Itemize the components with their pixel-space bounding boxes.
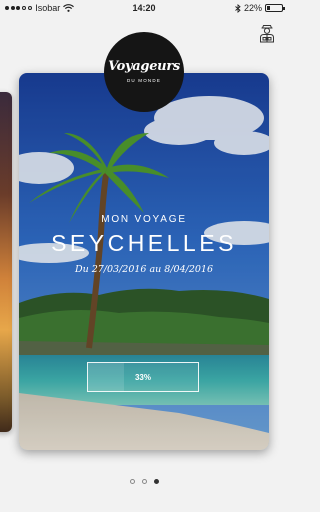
page-dot[interactable] bbox=[141, 479, 147, 484]
battery-icon bbox=[265, 4, 285, 12]
trip-destination: SEYCHELLES bbox=[51, 230, 237, 256]
page-dot[interactable] bbox=[153, 479, 159, 484]
trip-cover-image bbox=[19, 73, 269, 450]
page-indicator bbox=[0, 479, 288, 484]
brand-logo-subtitle: DU MONDE bbox=[126, 78, 162, 83]
trip-card[interactable]: MON VOYAGE SEYCHELLES Du 27/03/2016 au 8… bbox=[19, 73, 269, 450]
trip-progress-bar: 33% bbox=[87, 362, 199, 392]
trip-overline: MON VOYAGE bbox=[101, 214, 187, 225]
page-dot[interactable] bbox=[129, 479, 135, 484]
status-bar: Isobar 14:20 22% bbox=[0, 0, 288, 18]
brand-logo-name: Voyageurs bbox=[108, 59, 180, 74]
trip-dates: Du 27/03/2016 au 8/04/2016 bbox=[74, 264, 214, 275]
battery-percent: 22% bbox=[243, 3, 262, 13]
trip-progress-label: 33% bbox=[134, 373, 151, 382]
brand-logo: Voyageurs DU MONDE bbox=[104, 32, 184, 112]
traveler-person-icon[interactable] bbox=[256, 22, 278, 44]
previous-trip-card[interactable] bbox=[0, 92, 12, 432]
bluetooth-icon bbox=[235, 3, 241, 13]
